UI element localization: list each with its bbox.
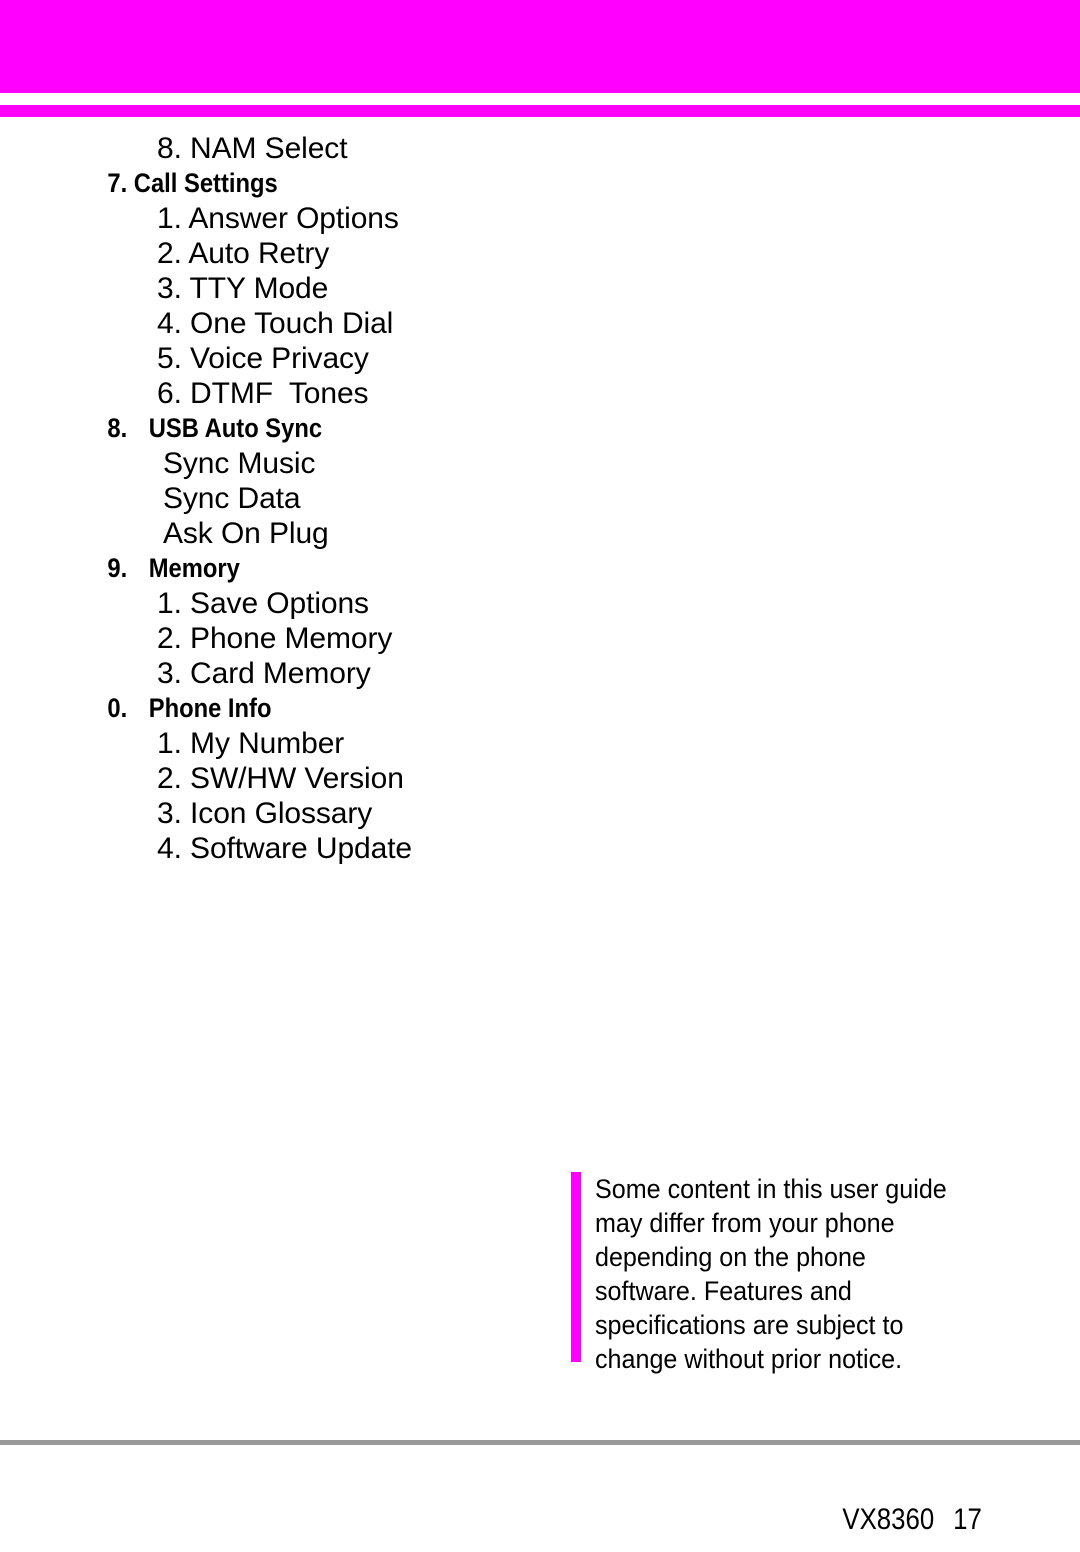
menu-item: 3. TTY Mode (157, 272, 329, 305)
menu-item: 1. Answer Options (157, 202, 399, 235)
menu-item: 3. Icon Glossary (157, 797, 373, 830)
footer-page-number: 17 (953, 1503, 982, 1536)
menu-section-number: 7. (107, 168, 128, 198)
menu-item: 4. Software Update (157, 832, 413, 865)
menu-item: 2. Auto Retry (157, 237, 330, 270)
menu-section-number: 9. (107, 553, 128, 583)
menu-item: 2. SW/HW Version (157, 762, 404, 795)
menu-item: 2. Phone Memory (157, 622, 393, 655)
footer: VX8360 17 (828, 1466, 982, 1538)
menu-item: 6. DTMF Tones (157, 377, 369, 410)
menu-section-heading: 0. Phone Info (0, 691, 493, 726)
menu-item: 1. My Number (157, 727, 345, 760)
note-line: change without prior notice. (595, 1344, 903, 1374)
menu-section-number: 8. (107, 413, 128, 443)
menu-item: Sync Music (163, 447, 316, 480)
menu-outline-list: 8. NAM Select 7. Call Settings 1. Answer O… (0, 131, 560, 866)
menu-section-title: Phone Info (148, 693, 272, 723)
footer-model-label: VX8360 (842, 1503, 935, 1536)
menu-section-title: USB Auto Sync (148, 413, 323, 443)
note-line: software. Features and (595, 1276, 852, 1306)
header-accent-band (0, 0, 1080, 93)
note-accent-bar (571, 1172, 581, 1362)
note-line: Some content in this user guide (595, 1174, 947, 1204)
menu-section-title: Call Settings (133, 168, 278, 198)
note-line: specifications are subject to (595, 1310, 904, 1340)
menu-item: 5. Voice Privacy (157, 342, 369, 375)
note-text: Some content in this user guide may diffe… (595, 1172, 982, 1376)
menu-item: 3. Card Memory (157, 657, 371, 690)
menu-section-title: Memory (148, 553, 240, 583)
menu-section-heading: 8. USB Auto Sync (0, 411, 493, 446)
menu-item: Sync Data (163, 482, 301, 515)
note-callout: Some content in this user guide may diffe… (571, 1172, 1011, 1376)
menu-item: 4. One Touch Dial (157, 307, 394, 340)
menu-item: 8. NAM Select (157, 132, 348, 165)
menu-item: Ask On Plug (163, 517, 329, 550)
menu-section-heading: 7. Call Settings (0, 166, 493, 201)
note-line: depending on the phone (595, 1242, 866, 1272)
note-line: may differ from your phone (595, 1208, 895, 1238)
footer-divider (0, 1440, 1080, 1445)
menu-section-heading: 9. Memory (0, 551, 493, 586)
header-accent-rule (0, 105, 1080, 117)
menu-item: 1. Save Options (157, 587, 369, 620)
menu-section-number: 0. (107, 693, 128, 723)
